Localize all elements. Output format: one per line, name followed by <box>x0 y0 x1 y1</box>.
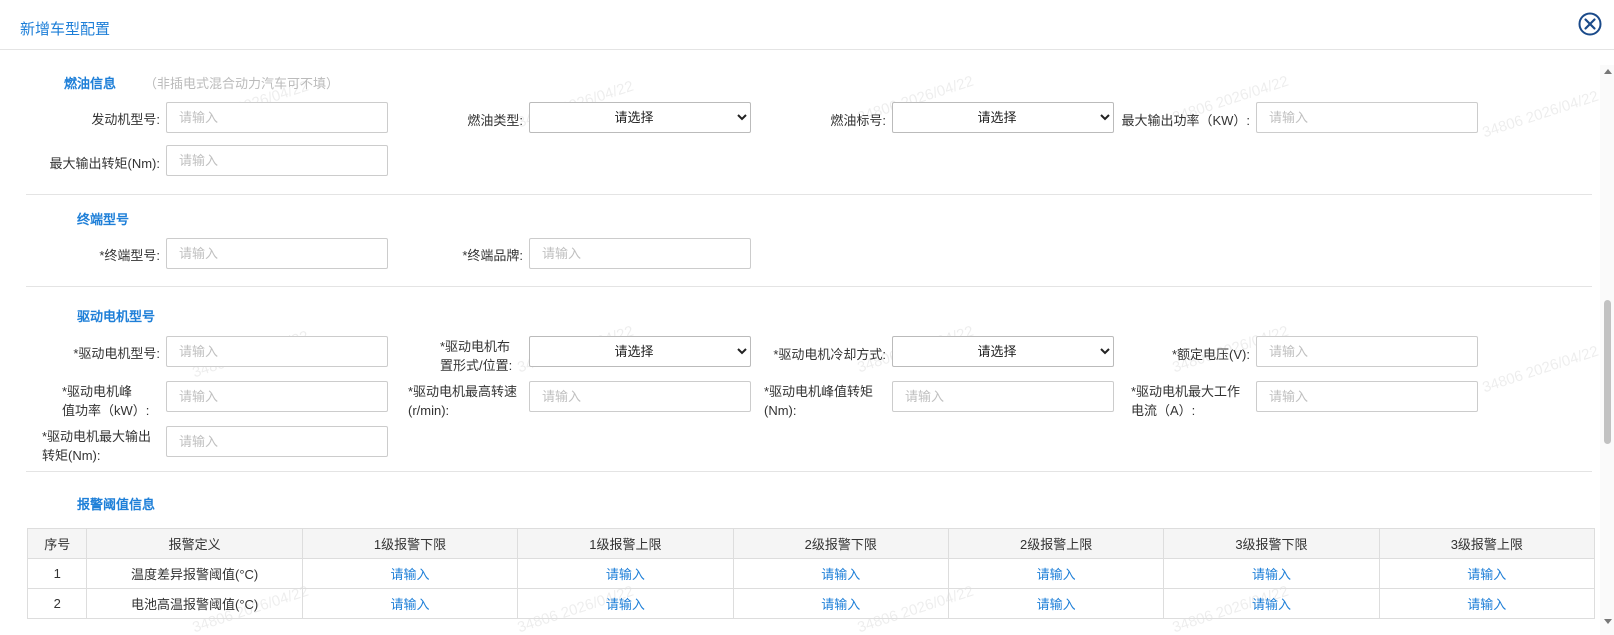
dialog-body[interactable]: 34806 2026/04/22 34806 2026/04/22 34806 … <box>0 51 1600 635</box>
threshold-input-link[interactable]: 请输入 <box>1378 588 1596 619</box>
motor-model-label: *驱动电机型号: <box>73 346 160 361</box>
motor-max-out-torque-input[interactable] <box>166 426 388 457</box>
motor-layout-label-line2: 置形式/位置: <box>440 358 513 373</box>
header-level3-upper: 3级报警上限 <box>1378 528 1596 559</box>
alarm-threshold-table: 序号 报警定义 1级报警下限 1级报警上限 2级报警下限 2级报警上限 3级报警… <box>26 528 1596 619</box>
fuel-section-title: 燃油信息 <box>64 76 117 91</box>
motor-cooling-select[interactable]: 请选择 <box>892 336 1114 367</box>
dialog-title: 新增车型配置 <box>20 21 111 38</box>
header-level1-upper: 1级报警上限 <box>517 528 734 559</box>
threshold-input-link[interactable]: 请输入 <box>301 588 519 619</box>
motor-peak-torque-label: *驱动电机峰值转矩 (Nm): <box>764 382 888 420</box>
section-divider <box>26 286 1592 287</box>
motor-peak-power-label: *驱动电机峰 值功率（kW）: <box>62 382 162 420</box>
motor-cooling-label: *驱动电机冷却方式: <box>773 347 886 362</box>
row-index: 1 <box>26 558 88 589</box>
engine-model-label: 发动机型号: <box>91 112 160 127</box>
section-divider <box>26 471 1592 472</box>
table-header-row: 序号 报警定义 1级报警下限 1级报警上限 2级报警下限 2级报警上限 3级报警… <box>26 528 1596 559</box>
header-level1-lower: 1级报警下限 <box>301 528 519 559</box>
threshold-input-link[interactable]: 请输入 <box>301 558 519 589</box>
threshold-input-link[interactable]: 请输入 <box>1163 558 1380 589</box>
scroll-down-arrow-icon[interactable] <box>1604 619 1612 624</box>
motor-layout-label: *驱动电机布 置形式/位置: <box>395 337 520 375</box>
terminal-model-input[interactable] <box>166 238 388 269</box>
motor-max-current-label-line1: *驱动电机最大工作 <box>1131 384 1241 399</box>
motor-max-speed-label: *驱动电机最高转速 (r/min): <box>408 382 528 420</box>
threshold-input-link[interactable]: 请输入 <box>1163 588 1380 619</box>
max-torque-input[interactable] <box>166 145 388 176</box>
motor-max-speed-input[interactable] <box>529 381 751 412</box>
max-power-label: 最大输出功率（KW）: <box>1121 113 1250 128</box>
terminal-brand-label: *终端品牌: <box>462 248 523 263</box>
rated-voltage-input[interactable] <box>1256 336 1478 367</box>
scrollbar-thumb[interactable] <box>1604 300 1611 444</box>
rated-voltage-label: *额定电压(V): <box>1171 347 1250 362</box>
motor-peak-power-label-line2: 值功率（kW）: <box>62 403 150 418</box>
header-level2-lower: 2级报警下限 <box>732 528 949 559</box>
motor-peak-torque-input[interactable] <box>892 381 1114 412</box>
dialog-header: 新增车型配置 <box>0 0 1614 50</box>
threshold-input-link[interactable]: 请输入 <box>947 588 1165 619</box>
close-circle-icon[interactable] <box>1578 12 1602 36</box>
fuel-type-label: 燃油类型: <box>467 113 523 128</box>
motor-max-current-label: *驱动电机最大工作 电流（A）: <box>1131 382 1255 420</box>
add-vehicle-config-dialog: 新增车型配置 34806 2026/04/22 34806 2026/04/22… <box>0 0 1614 635</box>
terminal-section-title: 终端型号 <box>77 212 130 227</box>
threshold-input-link[interactable]: 请输入 <box>732 558 949 589</box>
motor-peak-power-input[interactable] <box>166 381 388 412</box>
scroll-up-arrow-icon[interactable] <box>1604 69 1612 74</box>
table-row: 1 温度差异报警阈值(°C) 请输入 请输入 请输入 请输入 请输入 请输入 <box>26 558 1596 589</box>
motor-peak-power-label-line1: *驱动电机峰 <box>62 384 133 399</box>
motor-peak-torque-label-line2: (Nm): <box>764 403 797 418</box>
terminal-model-label: *终端型号: <box>99 248 160 263</box>
threshold-input-link[interactable]: 请输入 <box>1378 558 1596 589</box>
motor-max-current-input[interactable] <box>1256 381 1478 412</box>
header-definition: 报警定义 <box>86 528 303 559</box>
watermark: 34806 2026/04/22 <box>1480 342 1600 397</box>
row-definition: 温度差异报警阈值(°C) <box>86 558 303 589</box>
fuel-type-select[interactable]: 请选择 <box>529 102 751 133</box>
fuel-section-note: （非插电式混合动力汽车可不填） <box>144 76 340 91</box>
max-power-input[interactable] <box>1256 102 1478 133</box>
motor-peak-torque-label-line1: *驱动电机峰值转矩 <box>764 384 874 399</box>
table-row: 2 电池高温报警阈值(°C) 请输入 请输入 请输入 请输入 请输入 请输入 <box>26 588 1596 619</box>
motor-max-out-torque-label-line2: 转矩(Nm): <box>42 448 101 463</box>
motor-max-current-label-line2: 电流（A）: <box>1131 403 1196 418</box>
terminal-brand-input[interactable] <box>529 238 751 269</box>
motor-max-out-torque-label: *驱动电机最大输出 转矩(Nm): <box>42 427 162 465</box>
header-level3-lower: 3级报警下限 <box>1163 528 1380 559</box>
watermark: 34806 2026/04/22 <box>1480 87 1600 142</box>
header-index: 序号 <box>26 528 88 559</box>
row-definition: 电池高温报警阈值(°C) <box>86 588 303 619</box>
threshold-input-link[interactable]: 请输入 <box>732 588 949 619</box>
threshold-input-link[interactable]: 请输入 <box>517 588 734 619</box>
threshold-input-link[interactable]: 请输入 <box>517 558 734 589</box>
section-divider <box>26 194 1592 195</box>
alarm-section-title: 报警阈值信息 <box>77 497 156 512</box>
max-torque-label: 最大输出转矩(Nm): <box>49 156 161 171</box>
threshold-input-link[interactable]: 请输入 <box>947 558 1165 589</box>
motor-section-title: 驱动电机型号 <box>77 309 156 324</box>
motor-layout-label-line1: *驱动电机布 <box>440 339 511 354</box>
header-level2-upper: 2级报警上限 <box>947 528 1165 559</box>
motor-max-speed-label-line1: *驱动电机最高转速 <box>408 384 518 399</box>
motor-model-input[interactable] <box>166 336 388 367</box>
fuel-grade-label: 燃油标号: <box>830 113 886 128</box>
row-index: 2 <box>26 588 88 619</box>
engine-model-input[interactable] <box>166 102 388 133</box>
fuel-grade-select[interactable]: 请选择 <box>892 102 1114 133</box>
motor-layout-select[interactable]: 请选择 <box>529 336 751 367</box>
motor-max-speed-label-line2: (r/min): <box>408 403 450 418</box>
motor-max-out-torque-label-line1: *驱动电机最大输出 <box>42 429 152 444</box>
